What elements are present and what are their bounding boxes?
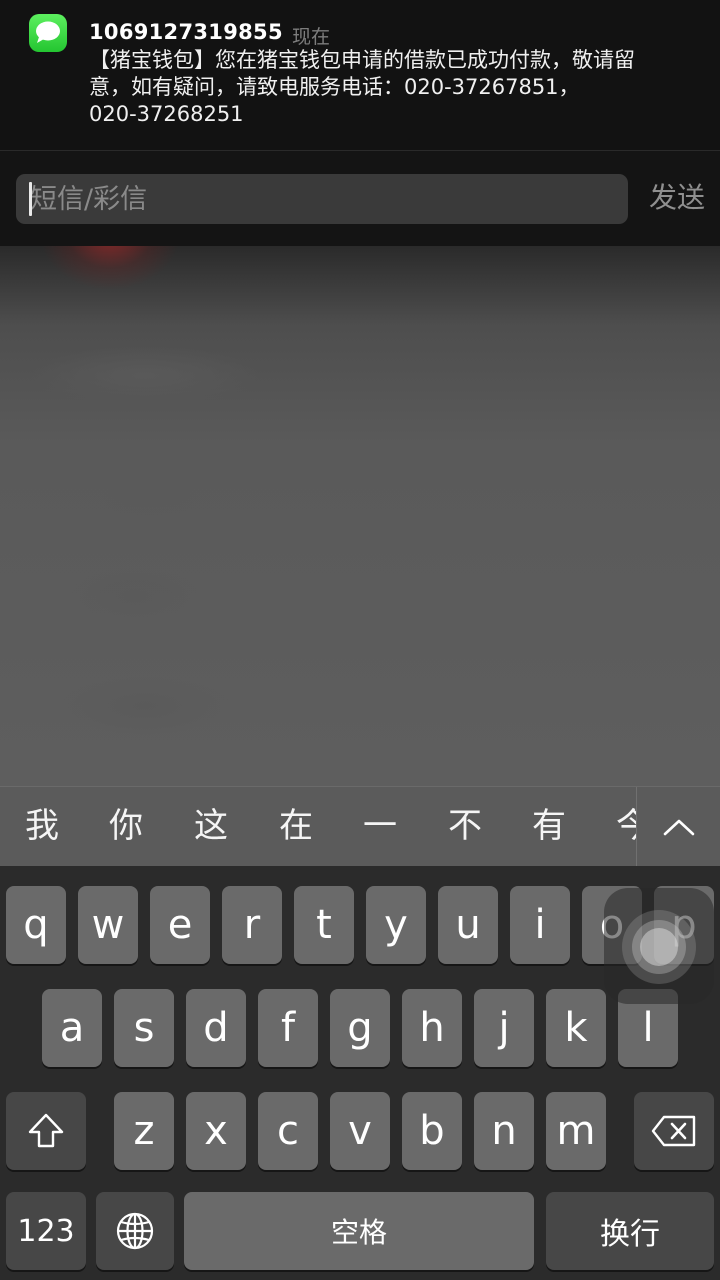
key-v[interactable]: v bbox=[330, 1092, 390, 1170]
notification-line: 020-37268251 bbox=[89, 102, 244, 126]
candidate-word[interactable]: 一 bbox=[355, 803, 405, 849]
key-h[interactable]: h bbox=[402, 989, 462, 1067]
key-r[interactable]: r bbox=[222, 886, 282, 964]
key-i[interactable]: i bbox=[510, 886, 570, 964]
key-u[interactable]: u bbox=[438, 886, 498, 964]
key-z[interactable]: z bbox=[114, 1092, 174, 1170]
notification-body: 【猪宝钱包】您在猪宝钱包申请的借款已成功付款，敬请留 意，如有疑问，请致电服务电… bbox=[89, 47, 699, 128]
numbers-key[interactable]: 123 bbox=[6, 1192, 86, 1270]
key-m[interactable]: m bbox=[546, 1092, 606, 1170]
notification-line: 意，如有疑问，请致电服务电话：020-37267851， bbox=[89, 75, 580, 99]
send-button[interactable]: 发送 bbox=[642, 176, 712, 220]
key-a[interactable]: a bbox=[42, 989, 102, 1067]
blurred-shape bbox=[30, 346, 260, 406]
candidate-word[interactable]: 不 bbox=[440, 803, 490, 849]
key-e[interactable]: e bbox=[150, 886, 210, 964]
shift-icon bbox=[28, 1113, 64, 1148]
key-y[interactable]: y bbox=[366, 886, 426, 964]
key-n[interactable]: n bbox=[474, 1092, 534, 1170]
key-b[interactable]: b bbox=[402, 1092, 462, 1170]
key-j[interactable]: j bbox=[474, 989, 534, 1067]
expand-candidates-button[interactable] bbox=[636, 787, 720, 866]
notification-line: 【猪宝钱包】您在猪宝钱包申请的借款已成功付款，敬请留 bbox=[89, 48, 635, 72]
candidate-word[interactable]: 这 bbox=[186, 803, 236, 849]
notification-time: 现在 bbox=[292, 26, 331, 48]
delete-icon bbox=[651, 1115, 696, 1147]
reply-input[interactable] bbox=[16, 174, 628, 224]
blurred-background bbox=[0, 246, 720, 786]
key-f[interactable]: f bbox=[258, 989, 318, 1067]
key-x[interactable]: x bbox=[186, 1092, 246, 1170]
shift-key[interactable] bbox=[6, 1092, 86, 1170]
key-s[interactable]: s bbox=[114, 989, 174, 1067]
key-t[interactable]: t bbox=[294, 886, 354, 964]
chevron-up-icon bbox=[663, 819, 694, 836]
screen: 1069127319855 现在 【猪宝钱包】您在猪宝钱包申请的借款已成功付款，… bbox=[0, 0, 720, 1280]
messages-icon bbox=[29, 14, 67, 52]
globe-icon bbox=[116, 1212, 154, 1250]
text-cursor bbox=[29, 182, 32, 216]
key-d[interactable]: d bbox=[186, 989, 246, 1067]
globe-key[interactable] bbox=[96, 1192, 174, 1270]
key-k[interactable]: k bbox=[546, 989, 606, 1067]
return-key[interactable]: 换行 bbox=[546, 1192, 714, 1270]
assistive-touch-ring bbox=[640, 928, 678, 966]
candidate-bar: 我 你 这 在 一 不 有 今 bbox=[0, 786, 720, 866]
key-g[interactable]: g bbox=[330, 989, 390, 1067]
blurred-shape bbox=[60, 456, 240, 526]
candidate-word[interactable]: 你 bbox=[101, 803, 151, 849]
blurred-shape bbox=[60, 676, 230, 736]
key-q[interactable]: q bbox=[6, 886, 66, 964]
space-key[interactable]: 空格 bbox=[184, 1192, 534, 1270]
message-notification[interactable]: 1069127319855 现在 【猪宝钱包】您在猪宝钱包申请的借款已成功付款，… bbox=[0, 0, 720, 150]
delete-key[interactable] bbox=[634, 1092, 714, 1170]
blurred-shape bbox=[70, 566, 200, 626]
assistive-touch-button[interactable] bbox=[604, 888, 714, 1004]
key-w[interactable]: w bbox=[78, 886, 138, 964]
key-c[interactable]: c bbox=[258, 1092, 318, 1170]
candidate-word[interactable]: 我 bbox=[17, 803, 67, 849]
candidate-word[interactable]: 有 bbox=[524, 803, 574, 849]
reply-bar bbox=[0, 150, 720, 246]
notification-sender: 1069127319855 bbox=[89, 20, 283, 44]
candidate-word[interactable]: 在 bbox=[271, 803, 321, 849]
